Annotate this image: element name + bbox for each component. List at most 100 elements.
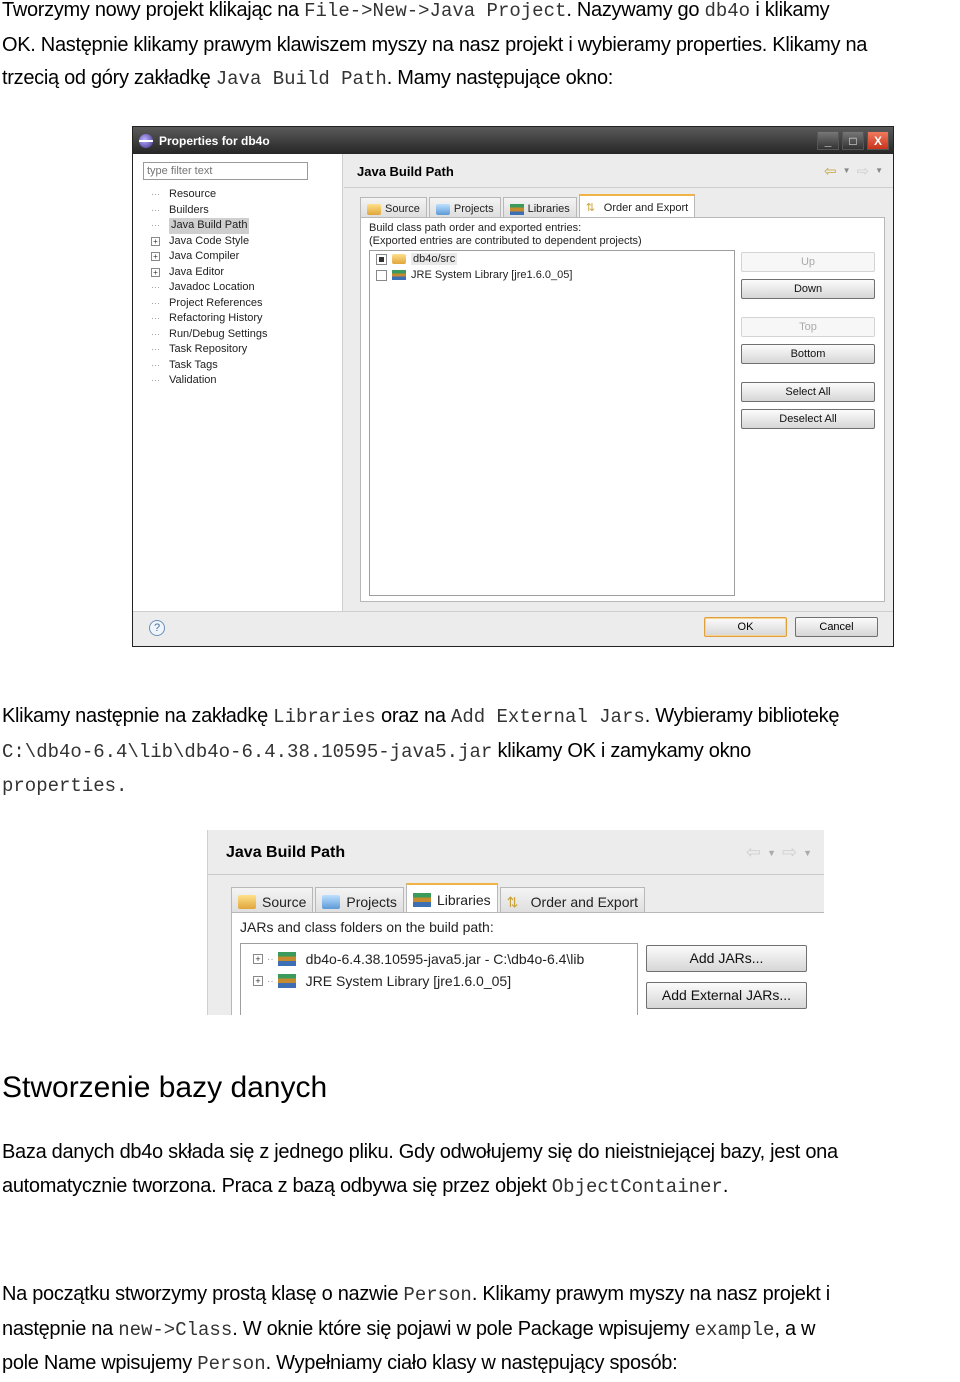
source-folder-icon <box>238 894 256 909</box>
order-export-icon: ⇅ <box>585 201 596 214</box>
person-class-paragraph: Na początku stworzymy prostą klasę o naz… <box>2 1278 960 1382</box>
library-icon <box>277 974 296 988</box>
filter-input[interactable] <box>143 162 308 180</box>
tree-connector: ··· <box>151 282 160 292</box>
add-jars-button[interactable]: Add JARs... <box>646 945 807 972</box>
code-project-name: db4o <box>704 0 751 22</box>
forward-arrow-icon[interactable]: ⇨ <box>857 162 870 180</box>
list-item[interactable]: + ·· db4o-6.4.38.10595-java5.jar - C:\db4… <box>241 948 637 970</box>
list-item[interactable]: JRE System Library [jre1.6.0_05] <box>370 267 734 283</box>
libraries-tree[interactable]: + ·· db4o-6.4.38.10595-java5.jar - C:\db4… <box>240 943 638 1015</box>
expand-icon[interactable]: + <box>253 954 263 964</box>
classpath-entries-list[interactable]: db4o/src JRE System Library [jre1.6.0_05… <box>369 250 735 596</box>
tab-projects[interactable]: Projects <box>315 887 404 913</box>
back-dropdown-icon[interactable]: ▼ <box>767 848 776 863</box>
order-export-panel: Build class path order and exported entr… <box>360 217 885 602</box>
code-build-path: Java Build Path <box>215 68 387 90</box>
bottom-button[interactable]: Bottom <box>741 344 875 364</box>
forward-dropdown-icon[interactable]: ▼ <box>803 848 812 863</box>
top-button[interactable]: Top <box>741 317 875 337</box>
export-checkbox[interactable] <box>376 253 387 265</box>
tab-source[interactable]: Source <box>231 887 314 913</box>
ok-button[interactable]: OK <box>704 617 787 637</box>
jar-icon <box>277 952 296 966</box>
cancel-button[interactable]: Cancel <box>795 617 878 637</box>
tab-order-and-export[interactable]: ⇅ Order and Export <box>499 887 646 913</box>
tree-item[interactable]: ··· Validation <box>151 373 267 389</box>
person-line-2: następnie na new->Class. W oknie które s… <box>2 1317 816 1341</box>
libraries-line-1: Klikamy następnie na zakładkę Libraries … <box>2 705 840 728</box>
tree-item[interactable]: + Java Code Style <box>151 234 267 250</box>
back-arrow-icon[interactable]: ⇦ <box>824 162 837 180</box>
tab-libraries[interactable]: Libraries <box>405 883 498 913</box>
properties-dialog: Properties for db4o _ □ X ···Resource···… <box>132 126 894 647</box>
expand-icon[interactable]: + <box>151 236 160 246</box>
tree-item[interactable]: ··· Task Tags <box>151 358 267 374</box>
tree-connector: ··· <box>151 344 160 354</box>
list-item[interactable]: + ·· JRE System Library [jre1.6.0_05] <box>241 970 637 992</box>
select-all-button[interactable]: Select All <box>741 382 875 402</box>
order-description: Build class path order and exported entr… <box>369 222 642 247</box>
tree-item-label: Java Compiler <box>169 250 240 262</box>
tree-connector: ··· <box>151 313 160 323</box>
page-title: Java Build Path <box>357 164 454 179</box>
eclipse-icon <box>139 133 153 148</box>
libraries-icon <box>412 893 431 907</box>
up-button[interactable]: Up <box>741 252 875 272</box>
database-paragraph: Baza danych db4o składa się z jednego pl… <box>2 1136 960 1204</box>
intro-paragraph: Tworzymy nowy projekt klikając na File->… <box>2 0 960 97</box>
tree-item[interactable]: ··· Java Build Path <box>151 218 267 234</box>
section-heading: Stworzenie bazy danych <box>2 1071 328 1104</box>
tree-item-label: Task Repository <box>169 343 248 355</box>
forward-arrow-icon[interactable]: ⇨ <box>782 842 797 863</box>
tab-order-and-export[interactable]: ⇅ Order and Export <box>578 194 696 217</box>
libraries-description: JARs and class folders on the build path… <box>240 919 494 935</box>
tree-item[interactable]: ··· Run/Debug Settings <box>151 327 267 343</box>
maximize-button[interactable]: □ <box>842 131 864 150</box>
tree-item-label: Run/Debug Settings <box>169 327 268 340</box>
expand-icon[interactable]: + <box>151 252 160 262</box>
code-libraries: Libraries <box>273 706 376 728</box>
tree-item[interactable]: ··· Project References <box>151 296 267 312</box>
tree-item[interactable]: ··· Resource <box>151 187 267 203</box>
libraries-line-3: properties. <box>2 769 960 804</box>
dialog-titlebar: Properties for db4o _ □ X <box>133 127 893 154</box>
minimize-button[interactable]: _ <box>817 131 839 150</box>
expand-icon[interactable]: + <box>151 267 160 277</box>
divider <box>344 187 893 188</box>
database-line-2: automatycznie tworzona. Praca z bazą odb… <box>2 1174 729 1198</box>
tree-item-label: Java Code Style <box>169 234 250 247</box>
intro-line-1: Tworzymy nowy projekt klikając na File->… <box>2 0 830 22</box>
tree-connector: ··· <box>151 189 160 199</box>
code-add-external-jars: Add External Jars <box>450 706 645 728</box>
code-properties: properties. <box>2 775 128 797</box>
expand-icon[interactable]: + <box>253 976 263 986</box>
libraries-paragraph: Klikamy następnie na zakładkę Libraries … <box>2 700 960 804</box>
list-item[interactable]: db4o/src <box>370 251 734 267</box>
code-example: example <box>694 1318 775 1341</box>
back-dropdown-icon[interactable]: ▼ <box>843 166 851 180</box>
down-button[interactable]: Down <box>741 279 875 299</box>
tree-item[interactable]: ··· Javadoc Location <box>151 280 267 296</box>
add-external-jars-button[interactable]: Add External JARs... <box>646 982 807 1009</box>
tree-item[interactable]: ··· Builders <box>151 203 267 219</box>
forward-dropdown-icon[interactable]: ▼ <box>875 166 883 180</box>
tree-item[interactable]: ··· Refactoring History <box>151 311 267 327</box>
tab-libraries[interactable]: Libraries <box>502 197 577 217</box>
help-icon[interactable]: ? <box>149 620 165 636</box>
tree-connector: ··· <box>151 328 160 339</box>
order-export-icon: ⇅ <box>506 893 519 910</box>
dialog-footer: ? OK Cancel <box>133 611 893 646</box>
back-arrow-icon[interactable]: ⇦ <box>746 842 761 863</box>
deselect-all-button[interactable]: Deselect All <box>741 409 875 429</box>
source-folder-icon <box>367 203 381 215</box>
close-button[interactable]: X <box>867 131 889 150</box>
tab-source[interactable]: Source <box>360 197 427 217</box>
export-checkbox[interactable] <box>376 269 387 281</box>
code-menu-path: File->New->Java Project <box>304 0 567 22</box>
tab-projects[interactable]: Projects <box>428 197 501 217</box>
tree-connector: ··· <box>151 204 160 215</box>
tree-item[interactable]: + Java Compiler <box>151 249 267 265</box>
tree-item[interactable]: ··· Task Repository <box>151 342 267 358</box>
tree-item[interactable]: + Java Editor <box>151 265 267 281</box>
